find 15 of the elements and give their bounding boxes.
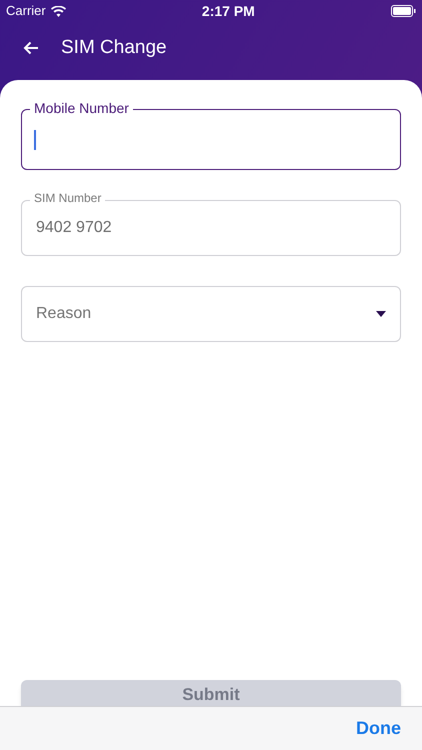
screen-title: SIM Change: [61, 36, 167, 60]
battery-icon: [391, 5, 416, 17]
field-label: Mobile Number: [30, 101, 133, 115]
text-cursor: [34, 130, 36, 150]
carrier-label: Carrier: [6, 2, 46, 20]
done-button[interactable]: Done: [356, 715, 401, 742]
back-arrow-icon: [23, 41, 39, 55]
dropdown-caret-icon: [376, 311, 386, 317]
status-time: 2:17 PM: [202, 2, 255, 20]
back-button[interactable]: [23, 40, 39, 56]
field-value: 9402 9702: [36, 218, 112, 238]
dropdown-placeholder: Reason: [36, 304, 92, 324]
field-label: SIM Number: [30, 192, 106, 204]
reason-dropdown[interactable]: Reason: [21, 286, 401, 342]
wifi-icon: [50, 6, 66, 16]
